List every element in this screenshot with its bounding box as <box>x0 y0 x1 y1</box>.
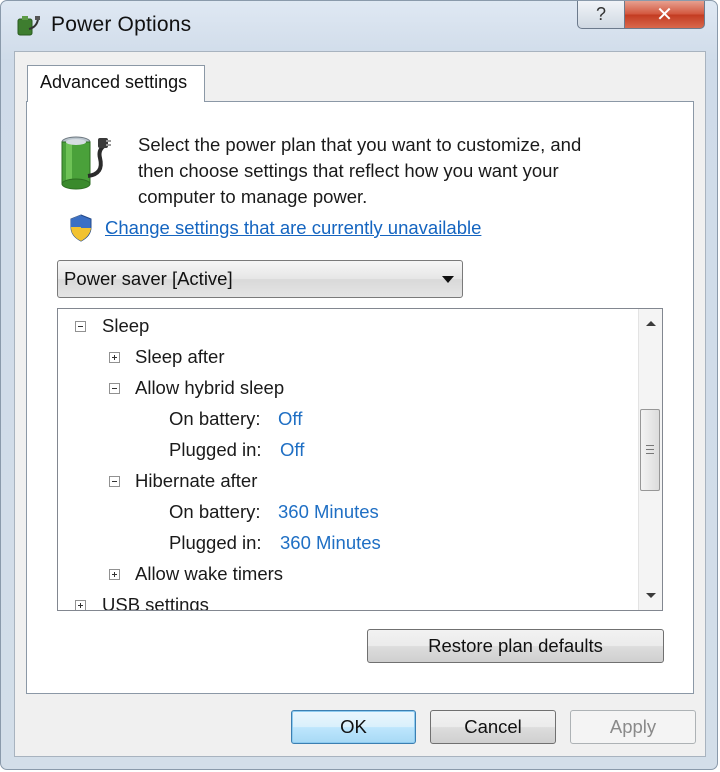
power-plan-selected: Power saver [Active] <box>64 268 233 289</box>
collapse-icon[interactable] <box>75 321 86 332</box>
grip-line <box>646 445 654 446</box>
collapse-icon[interactable] <box>109 383 120 394</box>
setting-label: Plugged in: <box>169 532 262 553</box>
change-settings-link[interactable]: Change settings that are currently unava… <box>105 217 481 239</box>
tree-item-label: Sleep after <box>135 346 225 367</box>
tab-advanced-settings[interactable]: Advanced settings <box>27 65 205 102</box>
scroll-thumb[interactable] <box>640 409 660 491</box>
power-options-window: Power Options ? ✕ Advanced settings Sele… <box>0 0 718 770</box>
advanced-settings-panel: Select the power plan that you want to c… <box>26 101 694 694</box>
expand-icon[interactable] <box>109 569 120 580</box>
window-title: Power Options <box>51 13 192 36</box>
scroll-up-icon[interactable] <box>646 321 656 326</box>
setting-label: On battery: <box>169 501 261 522</box>
setting-value-link[interactable]: 360 Minutes <box>278 501 379 523</box>
setting-label: Plugged in: <box>169 439 262 460</box>
help-button[interactable]: ? <box>577 1 625 29</box>
tree-item-label: Sleep <box>102 315 150 336</box>
setting-value-link[interactable]: Off <box>278 408 302 430</box>
description-line: computer to manage power. <box>138 186 368 207</box>
apply-button[interactable]: Apply <box>570 710 696 744</box>
ok-button[interactable]: OK <box>291 710 416 744</box>
tree-scrollbar[interactable] <box>638 309 662 610</box>
cancel-button[interactable]: Cancel <box>430 710 556 744</box>
settings-tree[interactable]: Sleep Sleep after Allow hybrid sleep On … <box>57 308 663 611</box>
power-options-icon <box>17 16 40 36</box>
description-line: Select the power plan that you want to c… <box>138 134 582 155</box>
setting-value-link[interactable]: 360 Minutes <box>280 532 381 554</box>
battery-plug-icon <box>61 136 111 190</box>
setting-value-link[interactable]: Off <box>280 439 304 461</box>
description-line: then choose settings that reflect how yo… <box>138 160 559 181</box>
expand-icon[interactable] <box>109 352 120 363</box>
help-icon: ? <box>595 4 606 24</box>
plan-description: Select the power plan that you want to c… <box>138 132 658 210</box>
grip-line <box>646 449 654 450</box>
collapse-icon[interactable] <box>109 476 120 487</box>
title-buttons: ? ✕ <box>577 1 705 29</box>
close-button[interactable]: ✕ <box>625 1 705 29</box>
close-icon: ✕ <box>656 4 673 26</box>
grip-line <box>646 453 654 454</box>
tree-item-label: USB settings <box>102 594 209 611</box>
power-plan-dropdown[interactable]: Power saver [Active] <box>57 260 463 298</box>
restore-plan-defaults-button[interactable]: Restore plan defaults <box>367 629 664 663</box>
tree-item-label: Hibernate after <box>135 470 258 491</box>
chevron-down-icon <box>442 276 454 283</box>
tree-item-label: Allow wake timers <box>135 563 284 584</box>
dialog-client-area: Advanced settings Select the power plan … <box>14 51 706 757</box>
tree-item-label: Allow hybrid sleep <box>135 377 285 398</box>
title-bar[interactable]: Power Options ? ✕ <box>1 1 717 51</box>
setting-label: On battery: <box>169 408 261 429</box>
expand-icon[interactable] <box>75 600 86 610</box>
scroll-down-icon[interactable] <box>646 593 656 598</box>
uac-shield-icon <box>70 214 92 242</box>
